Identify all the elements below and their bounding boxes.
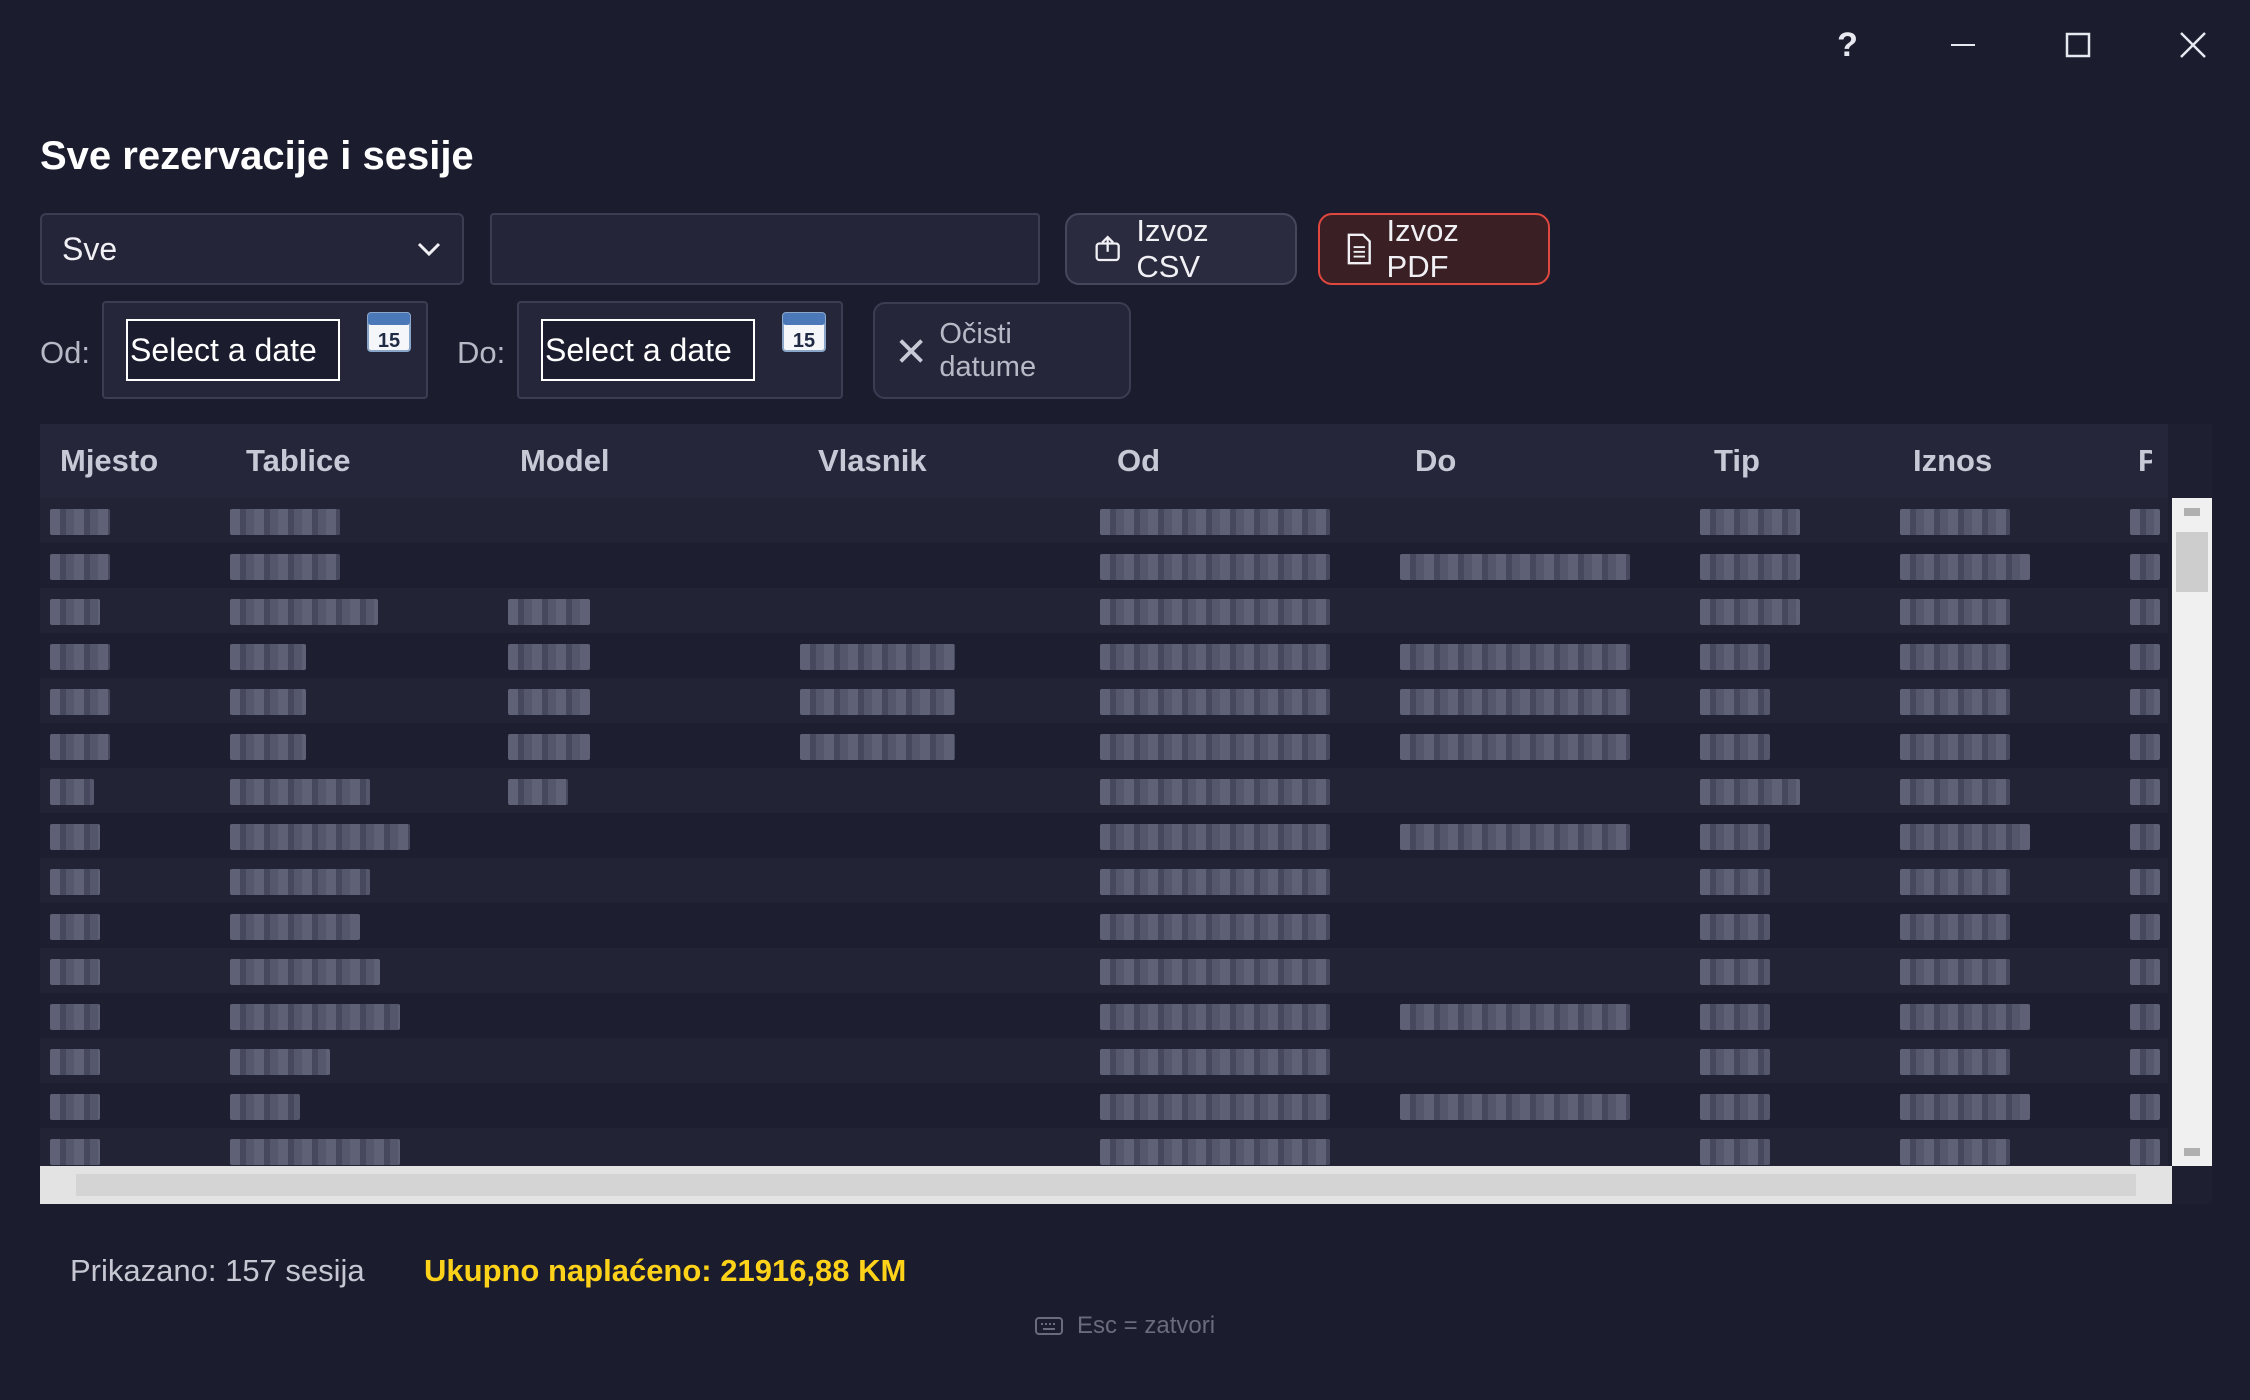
calendar-icon[interactable]: 15 <box>781 309 827 353</box>
to-date-picker: Select a date 15 <box>517 301 843 399</box>
clear-dates-label: Očisti datume <box>939 317 1037 383</box>
close-icon <box>2179 32 2206 58</box>
table-row[interactable] <box>40 1083 2168 1128</box>
table-row[interactable] <box>40 768 2168 813</box>
total-charged: Ukupno naplaćeno: 21916,88 KM <box>424 1253 907 1288</box>
column-header-vlasnik[interactable]: Vlasnik <box>818 424 927 498</box>
table-row[interactable] <box>40 543 2168 588</box>
column-header-tip[interactable]: Tip <box>1714 424 1760 498</box>
table-row[interactable] <box>40 858 2168 903</box>
table-row[interactable] <box>40 1038 2168 1083</box>
table-row[interactable] <box>40 633 2168 678</box>
keyboard-hint: Esc = zatvori <box>1035 1312 1215 1340</box>
maximize-button[interactable] <box>2020 0 2135 90</box>
clear-dates-button[interactable]: Očisti datume <box>873 302 1131 399</box>
horizontal-scrollbar[interactable] <box>40 1166 2172 1204</box>
table-row[interactable] <box>40 678 2168 723</box>
minimize-icon <box>1950 44 1975 46</box>
from-date-label: Od: <box>40 335 90 370</box>
table-row[interactable] <box>40 813 2168 858</box>
table-row[interactable] <box>40 948 2168 993</box>
help-button[interactable]: ? <box>1790 0 1905 90</box>
table-header: Mjesto Tablice Model Vlasnik Od Do Tip I… <box>40 424 2168 498</box>
keyboard-icon <box>1035 1317 1063 1335</box>
session-count: Prikazano: 157 sesija <box>70 1253 365 1288</box>
table-row[interactable] <box>40 498 2168 543</box>
scroll-up-arrow[interactable] <box>2184 508 2200 516</box>
from-date-input[interactable]: Select a date <box>126 319 340 381</box>
vertical-scrollbar[interactable] <box>2172 498 2212 1166</box>
table-row[interactable] <box>40 1128 2168 1166</box>
calendar-icon[interactable]: 15 <box>366 309 412 353</box>
vertical-scrollbar-thumb[interactable] <box>2176 532 2208 592</box>
svg-text:15: 15 <box>793 330 815 352</box>
column-header-model[interactable]: Model <box>520 424 610 498</box>
table-row[interactable] <box>40 588 2168 633</box>
export-csv-button[interactable]: Izvoz CSV <box>1065 213 1297 285</box>
close-icon <box>899 338 923 363</box>
type-filter-select[interactable]: Sve <box>40 213 464 285</box>
column-header-iznos[interactable]: Iznos <box>1913 424 1992 498</box>
keyboard-hint-text: Esc = zatvori <box>1077 1312 1216 1339</box>
column-header-od[interactable]: Od <box>1117 424 1160 498</box>
chevron-down-icon <box>417 242 441 257</box>
to-date-input[interactable]: Select a date <box>541 319 755 381</box>
page-title: Sve rezervacije i sesije <box>40 134 474 178</box>
table-body <box>40 498 2168 1166</box>
close-button[interactable] <box>2135 0 2250 90</box>
maximize-icon <box>2065 32 2090 58</box>
table-row[interactable] <box>40 723 2168 768</box>
table-row[interactable] <box>40 993 2168 1038</box>
column-header-do[interactable]: Do <box>1415 424 1456 498</box>
column-header-p[interactable]: P <box>2138 424 2152 498</box>
window-controls: ? <box>1790 0 2250 90</box>
type-filter-value: Sve <box>62 230 118 267</box>
table-row[interactable] <box>40 903 2168 948</box>
to-date-label: Do: <box>457 335 506 370</box>
minimize-button[interactable] <box>1905 0 2020 90</box>
column-header-tablice[interactable]: Tablice <box>246 424 351 498</box>
sessions-table: Mjesto Tablice Model Vlasnik Od Do Tip I… <box>40 424 2212 1204</box>
export-pdf-button[interactable]: Izvoz PDF <box>1318 213 1550 285</box>
export-csv-label: Izvoz CSV <box>1136 213 1209 284</box>
export-pdf-label: Izvoz PDF <box>1386 213 1459 284</box>
document-icon <box>1347 233 1371 265</box>
help-icon: ? <box>1837 25 1858 64</box>
export-icon <box>1095 235 1120 262</box>
horizontal-scrollbar-thumb[interactable] <box>76 1174 2136 1196</box>
column-header-mjesto[interactable]: Mjesto <box>60 424 158 498</box>
svg-text:15: 15 <box>378 330 400 352</box>
scroll-down-arrow[interactable] <box>2184 1148 2200 1156</box>
from-date-picker: Select a date 15 <box>102 301 428 399</box>
search-input[interactable] <box>490 213 1040 285</box>
